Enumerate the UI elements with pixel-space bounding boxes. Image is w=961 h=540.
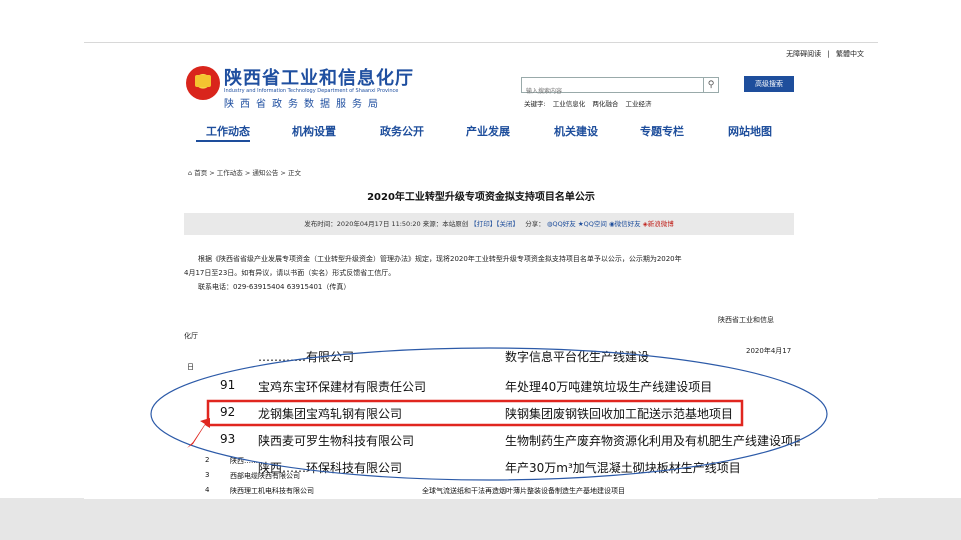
annotation-overlay	[150, 347, 828, 481]
highlight-ellipse	[150, 347, 828, 481]
highlight-rectangle	[206, 399, 744, 427]
pointer-arrow-icon	[187, 418, 210, 448]
